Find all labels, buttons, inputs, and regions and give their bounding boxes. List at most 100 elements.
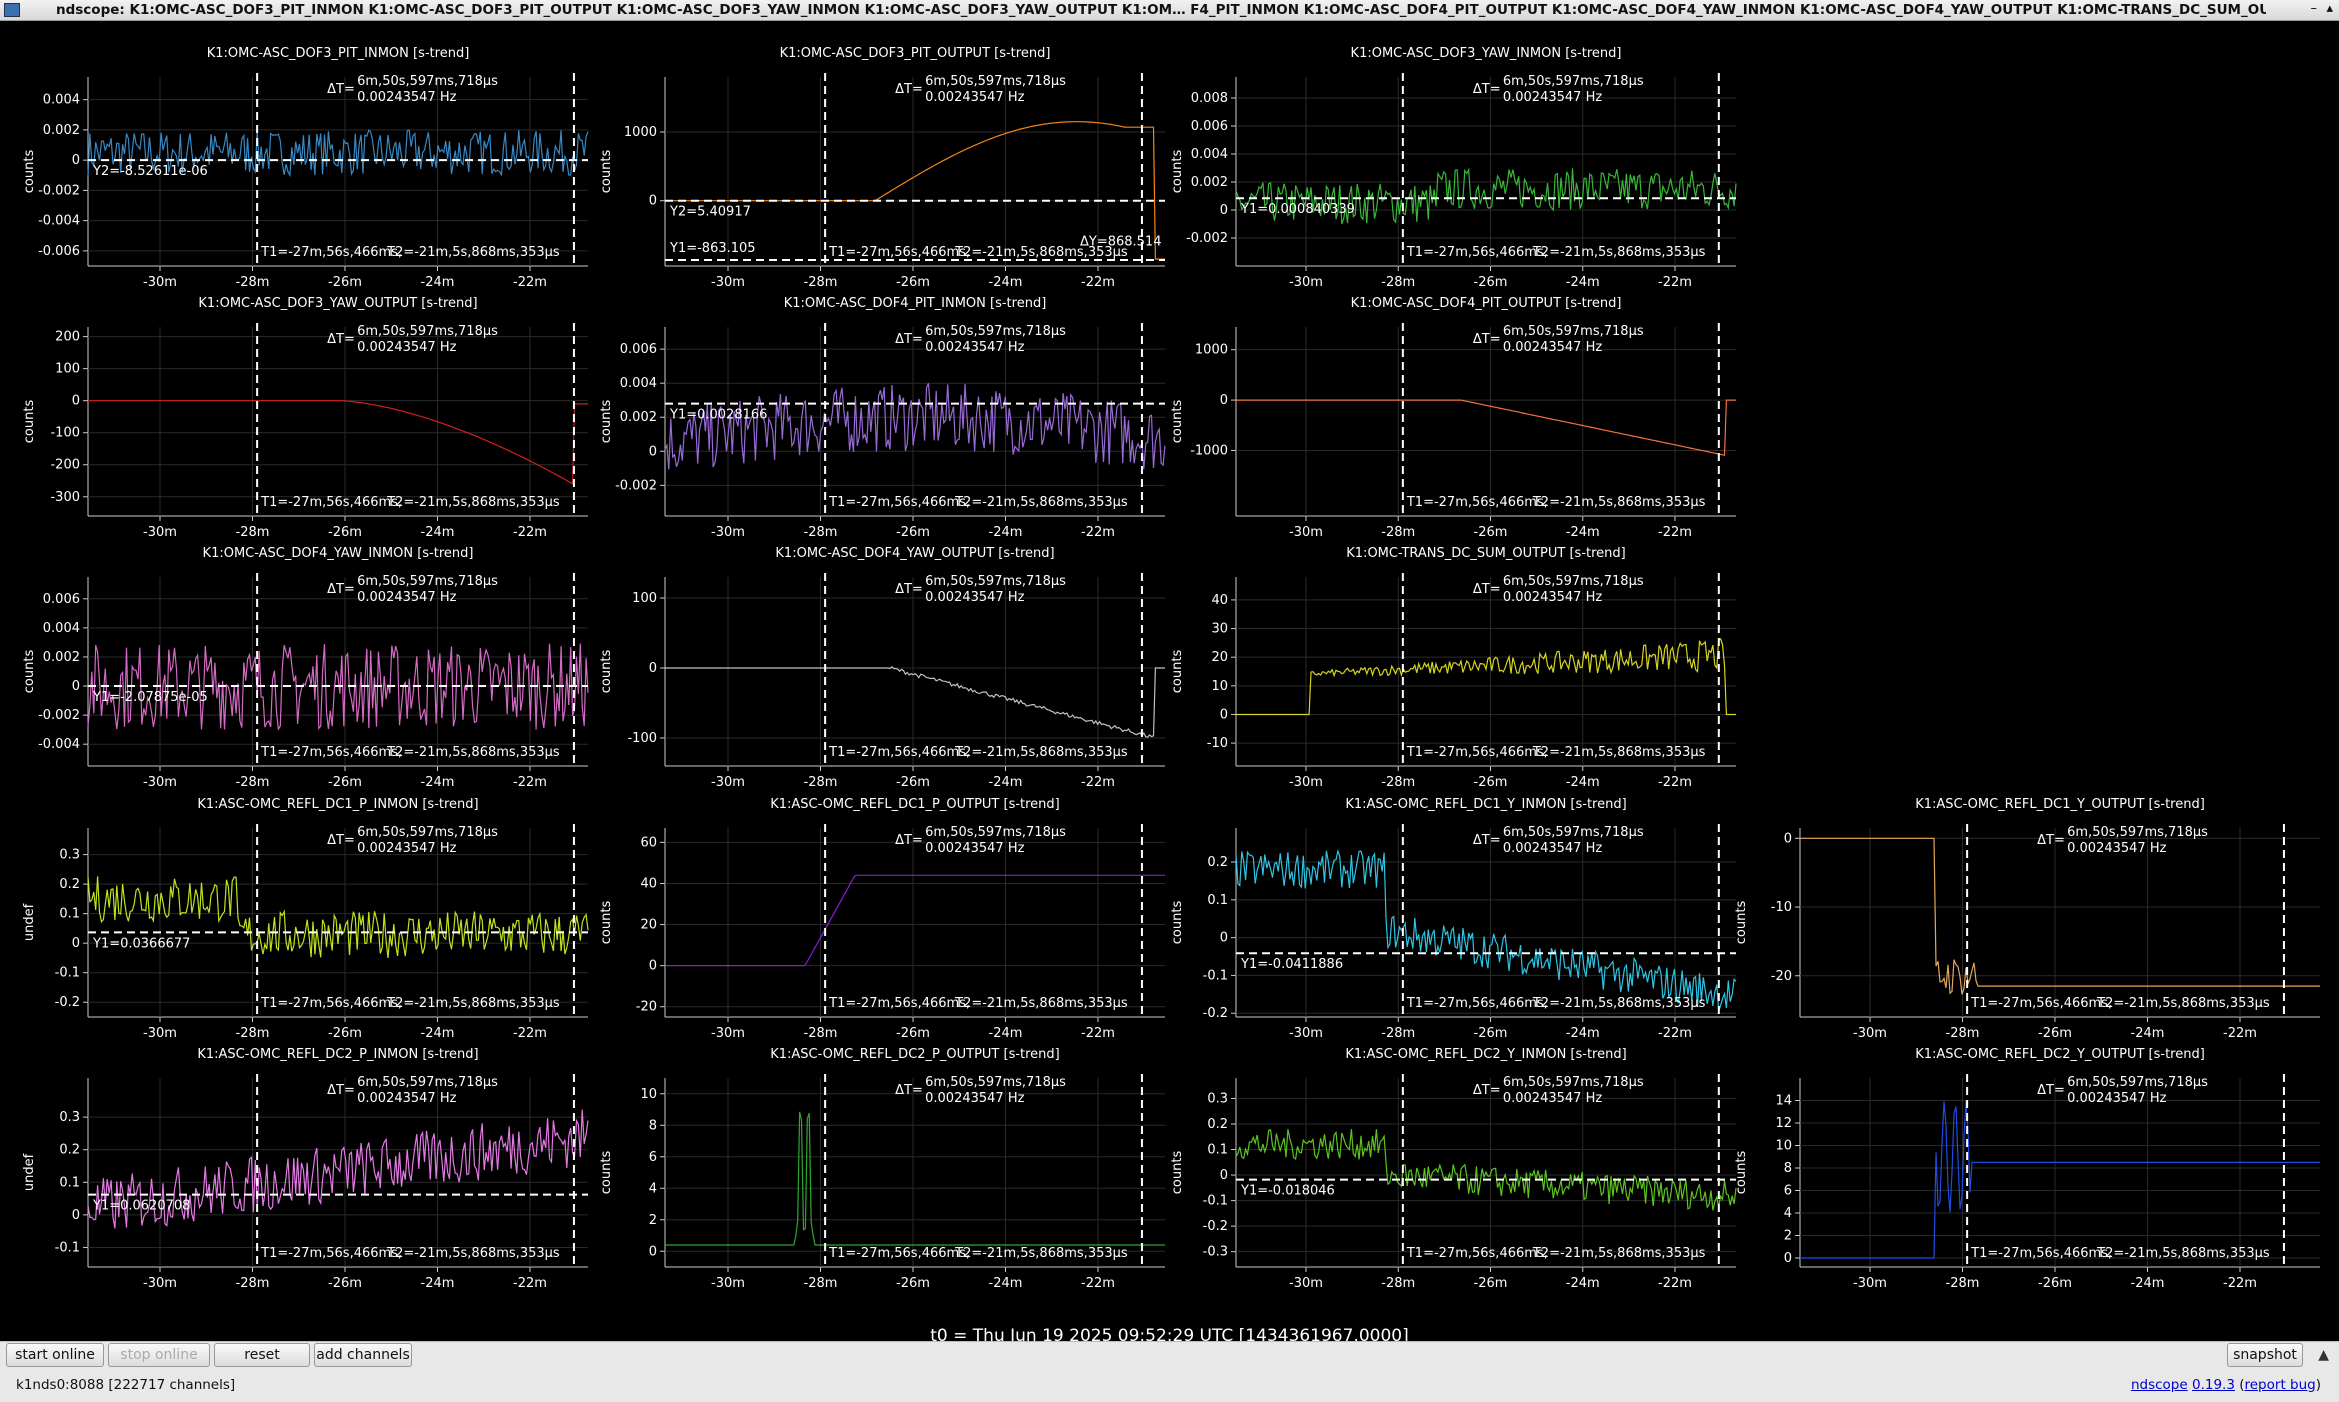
y-axis-label: counts bbox=[599, 1151, 614, 1195]
x-tick-label: -26m bbox=[328, 775, 362, 790]
y-axis-label: counts bbox=[599, 150, 614, 194]
data-trace bbox=[1235, 848, 1737, 1012]
plot-panel[interactable]: K1:ASC-OMC_REFL_DC1_P_INMON [s-trend] und… bbox=[22, 797, 589, 1041]
plot-panel[interactable]: K1:ASC-OMC_REFL_DC2_Y_INMON [s-trend] cou… bbox=[1170, 1047, 1737, 1291]
report-bug-link[interactable]: report bug bbox=[2245, 1377, 2316, 1393]
y-tick-label: 0.2 bbox=[59, 1143, 80, 1158]
y-tick-label: 0.2 bbox=[1207, 1117, 1228, 1132]
x-tick-label: -22m bbox=[513, 525, 547, 540]
x-tick-label: -22m bbox=[513, 275, 547, 290]
y-tick-label: 8 bbox=[649, 1118, 657, 1133]
y-tick-label: -0.1 bbox=[55, 966, 80, 981]
delta-t-hz: 0.00243547 Hz bbox=[357, 841, 456, 856]
x-tick-label: -26m bbox=[896, 525, 930, 540]
x-tick-label: -22m bbox=[1658, 275, 1692, 290]
x-tick-label: -28m bbox=[1381, 1026, 1415, 1041]
plot-panel[interactable]: K1:ASC-OMC_REFL_DC1_Y_INMON [s-trend] cou… bbox=[1170, 797, 1737, 1041]
delta-t-label: ΔT= bbox=[895, 833, 923, 848]
plot-title: K1:OMC-ASC_DOF3_PIT_INMON [s-trend] bbox=[207, 46, 470, 61]
snapshot-button[interactable]: snapshot bbox=[2227, 1343, 2303, 1367]
ndscope-link[interactable]: ndscope bbox=[2131, 1377, 2188, 1393]
x-tick-label: -22m bbox=[513, 775, 547, 790]
plot-panel[interactable]: K1:ASC-OMC_REFL_DC1_Y_OUTPUT [s-trend] co… bbox=[1734, 797, 2320, 1041]
delta-t-hz: 0.00243547 Hz bbox=[925, 90, 1024, 105]
y-cursor-label: Y2=5.40917 bbox=[669, 205, 751, 220]
t1-label: T1=-27m,56s,466ms, bbox=[260, 1246, 402, 1261]
y-tick-label: 0 bbox=[1220, 1168, 1228, 1183]
delta-t-hz: 0.00243547 Hz bbox=[2067, 1091, 2166, 1106]
x-tick-label: -22m bbox=[1081, 1026, 1115, 1041]
delta-t-hz: 0.00243547 Hz bbox=[1503, 590, 1602, 605]
plot-panel[interactable]: K1:ASC-OMC_REFL_DC2_P_INMON [s-trend] und… bbox=[22, 1047, 589, 1291]
version-link[interactable]: 0.19.3 bbox=[2192, 1377, 2235, 1393]
x-tick-label: -28m bbox=[1381, 275, 1415, 290]
plot-panel[interactable]: K1:ASC-OMC_REFL_DC2_Y_OUTPUT [s-trend] co… bbox=[1734, 1047, 2320, 1291]
plots-canvas[interactable]: K1:OMC-ASC_DOF3_PIT_INMON [s-trend] count… bbox=[0, 21, 2339, 1321]
start-online-button[interactable]: start online bbox=[6, 1343, 104, 1367]
x-tick-label: -24m bbox=[421, 775, 455, 790]
delta-t-value: 6m,50s,597ms,718µs bbox=[925, 574, 1066, 589]
t1-label: T1=-27m,56s,466ms, bbox=[1406, 996, 1548, 1011]
y-tick-label: 0.002 bbox=[43, 123, 80, 138]
maximize-button[interactable]: ▴ bbox=[2326, 1, 2333, 16]
t2-label: T2=-21m,5s,868ms,353µs bbox=[386, 495, 560, 510]
plot-panel[interactable]: K1:OMC-ASC_DOF4_YAW_OUTPUT [s-trend] coun… bbox=[599, 546, 1165, 790]
plot-title: K1:ASC-OMC_REFL_DC2_Y_INMON [s-trend] bbox=[1345, 1047, 1626, 1062]
y-cursor-label: Y2=-8.52611e-06 bbox=[92, 164, 208, 179]
plot-title: K1:OMC-TRANS_DC_SUM_OUTPUT [s-trend] bbox=[1346, 546, 1625, 561]
plot-panel[interactable]: K1:ASC-OMC_REFL_DC1_P_OUTPUT [s-trend] co… bbox=[599, 797, 1165, 1041]
y-tick-label: 0.006 bbox=[620, 342, 657, 357]
t1-label: T1=-27m,56s,466ms, bbox=[1970, 1246, 2112, 1261]
plot-panel[interactable]: K1:OMC-ASC_DOF3_YAW_INMON [s-trend] count… bbox=[1170, 46, 1737, 290]
plot-panel[interactable]: K1:OMC-ASC_DOF4_PIT_OUTPUT [s-trend] coun… bbox=[1170, 296, 1736, 540]
y-tick-label: -0.2 bbox=[55, 995, 80, 1010]
data-trace bbox=[664, 383, 1166, 470]
x-tick-label: -26m bbox=[328, 1276, 362, 1291]
y-cursor-label: Y1=-0.0411886 bbox=[1240, 957, 1343, 972]
x-tick-label: -28m bbox=[236, 275, 270, 290]
reset-button[interactable]: reset bbox=[214, 1343, 310, 1367]
x-tick-label: -28m bbox=[1381, 525, 1415, 540]
y-tick-label: 0 bbox=[1784, 831, 1792, 846]
y-axis-label: counts bbox=[1734, 901, 1749, 945]
t1-label: T1=-27m,56s,466ms, bbox=[1406, 495, 1548, 510]
plot-grid[interactable]: K1:OMC-ASC_DOF3_PIT_INMON [s-trend] count… bbox=[0, 21, 2339, 1346]
y-tick-label: -0.1 bbox=[55, 1240, 80, 1255]
y-tick-label: 0.004 bbox=[620, 376, 657, 391]
delta-t-value: 6m,50s,597ms,718µs bbox=[1503, 74, 1644, 89]
y-tick-label: -0.002 bbox=[615, 478, 657, 493]
plot-panel[interactable]: K1:OMC-ASC_DOF4_PIT_INMON [s-trend] count… bbox=[599, 296, 1166, 540]
plot-panel[interactable]: K1:OMC-TRANS_DC_SUM_OUTPUT [s-trend] coun… bbox=[1170, 546, 1736, 790]
y-tick-label: 0 bbox=[649, 959, 657, 974]
expand-arrow-icon[interactable]: ▲ bbox=[2318, 1347, 2329, 1363]
t2-label: T2=-21m,5s,868ms,353µs bbox=[386, 245, 560, 260]
t1-label: T1=-27m,56s,466ms, bbox=[1406, 745, 1548, 760]
x-tick-label: -24m bbox=[421, 1276, 455, 1291]
plot-panel[interactable]: K1:OMC-ASC_DOF3_PIT_OUTPUT [s-trend] coun… bbox=[599, 46, 1165, 290]
x-tick-label: -28m bbox=[804, 1026, 838, 1041]
plot-panel[interactable]: K1:OMC-ASC_DOF3_YAW_OUTPUT [s-trend] coun… bbox=[22, 296, 588, 540]
minimize-button[interactable]: – bbox=[2311, 1, 2318, 16]
x-tick-label: -26m bbox=[1474, 1276, 1508, 1291]
t2-label: T2=-21m,5s,868ms,353µs bbox=[1532, 996, 1706, 1011]
t2-label: T2=-21m,5s,868ms,353µs bbox=[386, 996, 560, 1011]
delta-t-hz: 0.00243547 Hz bbox=[925, 340, 1024, 355]
x-tick-label: -24m bbox=[2131, 1276, 2165, 1291]
add-channels-button[interactable]: add channels bbox=[314, 1343, 412, 1367]
t1-label: T1=-27m,56s,466ms, bbox=[828, 745, 970, 760]
y-axis-label: counts bbox=[1170, 650, 1185, 694]
delta-y-label: ΔY=868.514 bbox=[1080, 234, 1162, 249]
y-tick-label: 40 bbox=[1211, 593, 1228, 608]
plot-panel[interactable]: K1:OMC-ASC_DOF3_PIT_INMON [s-trend] count… bbox=[22, 46, 589, 290]
x-tick-label: -30m bbox=[1289, 275, 1323, 290]
window-title: ndscope: K1:OMC-ASC_DOF3_PIT_INMON K1:OM… bbox=[56, 2, 2266, 18]
delta-t-value: 6m,50s,597ms,718µs bbox=[1503, 825, 1644, 840]
delta-t-value: 6m,50s,597ms,718µs bbox=[1503, 574, 1644, 589]
plot-panel[interactable]: K1:OMC-ASC_DOF4_YAW_INMON [s-trend] count… bbox=[22, 546, 589, 790]
x-tick-label: -30m bbox=[711, 525, 745, 540]
x-tick-label: -26m bbox=[328, 525, 362, 540]
delta-t-label: ΔT= bbox=[327, 833, 355, 848]
data-trace bbox=[1236, 399, 1736, 456]
plot-panel[interactable]: K1:ASC-OMC_REFL_DC2_P_OUTPUT [s-trend] co… bbox=[599, 1047, 1165, 1291]
app-window-icon[interactable] bbox=[4, 3, 20, 17]
